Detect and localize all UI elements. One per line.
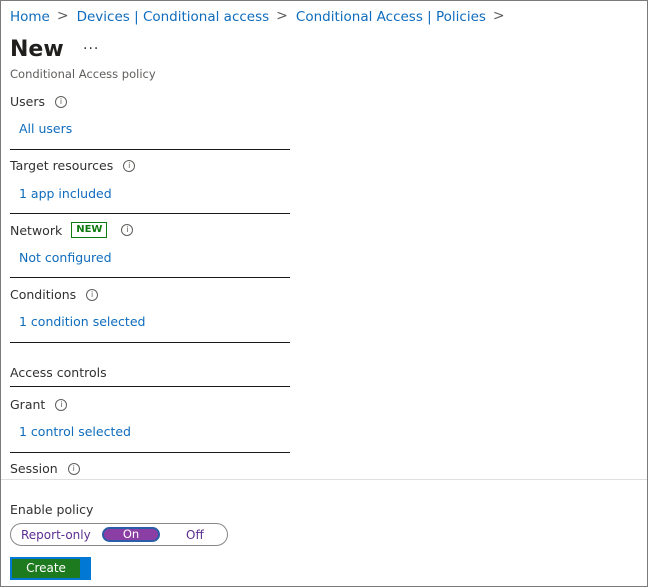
option-on[interactable]: On: [102, 527, 160, 542]
create-button[interactable]: Create: [10, 557, 91, 580]
session-label: Session: [10, 461, 58, 476]
option-report-only[interactable]: Report-only: [21, 528, 91, 542]
grant-label: Grant: [10, 397, 46, 412]
network-section: Network NEW i: [10, 222, 134, 238]
grant-value-link[interactable]: 1 control selected: [19, 424, 131, 439]
divider: [10, 149, 290, 150]
access-controls-heading: Access controls: [10, 365, 107, 380]
info-icon[interactable]: i: [86, 288, 99, 301]
divider: [10, 342, 290, 343]
target-resources-value-link[interactable]: 1 app included: [19, 186, 112, 201]
info-icon[interactable]: i: [121, 224, 134, 236]
chevron-right-icon: >: [492, 8, 505, 24]
divider: [10, 277, 290, 278]
enable-policy-section: Enable policy: [10, 502, 93, 517]
info-icon[interactable]: i: [55, 398, 68, 411]
breadcrumb-home[interactable]: Home: [10, 9, 50, 25]
network-value-link[interactable]: Not configured: [19, 250, 112, 265]
divider: [10, 452, 290, 453]
page-subtitle: Conditional Access policy: [10, 67, 156, 81]
conditions-label: Conditions: [10, 287, 77, 302]
session-section: Session i: [10, 461, 80, 476]
users-label: Users: [10, 94, 46, 109]
page-title: New: [10, 37, 64, 62]
new-badge: NEW: [71, 222, 108, 238]
target-resources-section: Target resources i: [10, 158, 136, 173]
enable-policy-toggle: Report-only On Off: [10, 523, 228, 546]
breadcrumb-conditional-access-policies[interactable]: Conditional Access | Policies: [296, 9, 486, 25]
breadcrumb: Home > Devices | Conditional access > Co…: [10, 8, 513, 25]
divider: [10, 386, 290, 387]
chevron-right-icon: >: [276, 8, 288, 24]
conditions-value-link[interactable]: 1 condition selected: [19, 314, 145, 329]
option-off[interactable]: Off: [186, 528, 204, 542]
target-resources-label: Target resources: [10, 158, 114, 173]
conditions-section: Conditions i: [10, 287, 99, 302]
enable-policy-label: Enable policy: [10, 502, 94, 517]
info-icon[interactable]: i: [55, 95, 68, 108]
users-value-link[interactable]: All users: [19, 121, 72, 136]
create-button-label: Create: [12, 559, 80, 578]
chevron-right-icon: >: [56, 8, 69, 24]
footer-divider: [1, 479, 647, 480]
network-label: Network: [10, 222, 63, 238]
access-controls-label: Access controls: [10, 365, 107, 380]
divider: [10, 213, 290, 214]
info-icon[interactable]: i: [67, 462, 80, 475]
breadcrumb-devices-conditional-access[interactable]: Devices | Conditional access: [77, 9, 270, 25]
grant-section: Grant i: [10, 397, 68, 412]
info-icon[interactable]: i: [123, 159, 136, 172]
more-options-icon[interactable]: ···: [83, 41, 99, 57]
users-section: Users i: [10, 94, 68, 109]
